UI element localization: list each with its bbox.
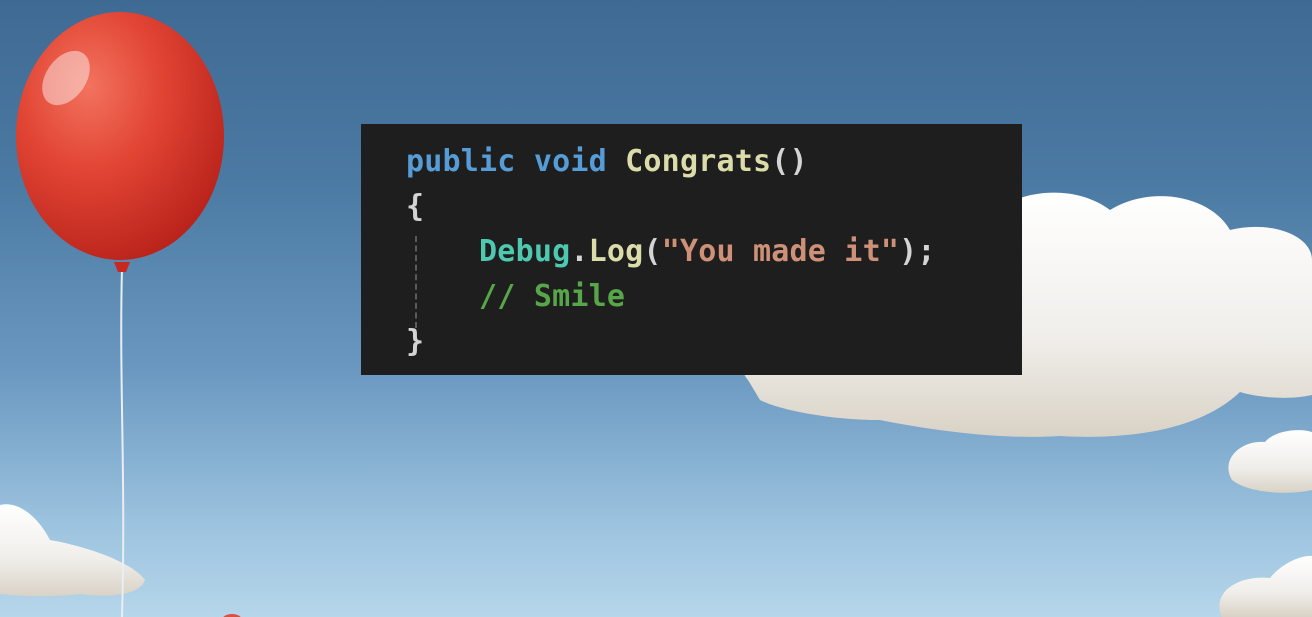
code-token-class: Debug: [479, 234, 571, 269]
code-token-punctuation: .: [570, 234, 589, 269]
code-token-punctuation: (): [771, 144, 808, 179]
cloud-bottom-right: [1219, 555, 1312, 617]
code-line: // Smile: [361, 279, 1022, 324]
code-lines: public void Congrats(){ Debug.Log("You m…: [361, 144, 1022, 369]
code-line: }: [361, 324, 1022, 369]
code-token-method: Log: [588, 234, 644, 269]
code-token-comment: // Smile: [479, 279, 626, 314]
cloud-small-right: [1228, 430, 1312, 493]
code-line: public void Congrats(): [361, 144, 1022, 189]
code-line: {: [361, 189, 1022, 234]
code-token-punctuation: [516, 144, 534, 179]
code-token-punctuation: }: [406, 324, 425, 359]
code-token-punctuation: [607, 144, 625, 179]
balloon: [16, 12, 224, 272]
code-line: Debug.Log("You made it");: [361, 234, 1022, 279]
code-token-keyword: void: [533, 144, 607, 179]
sky-background: public void Congrats(){ Debug.Log("You m…: [0, 0, 1312, 617]
code-token-keyword: public: [406, 144, 516, 179]
code-snippet: public void Congrats(){ Debug.Log("You m…: [361, 124, 1022, 375]
code-token-punctuation: {: [406, 189, 425, 224]
code-token-punctuation: );: [899, 234, 936, 269]
code-token-string: "You made it": [661, 234, 900, 269]
code-token-punctuation: (: [643, 234, 662, 269]
code-token-method: Congrats: [625, 144, 772, 179]
